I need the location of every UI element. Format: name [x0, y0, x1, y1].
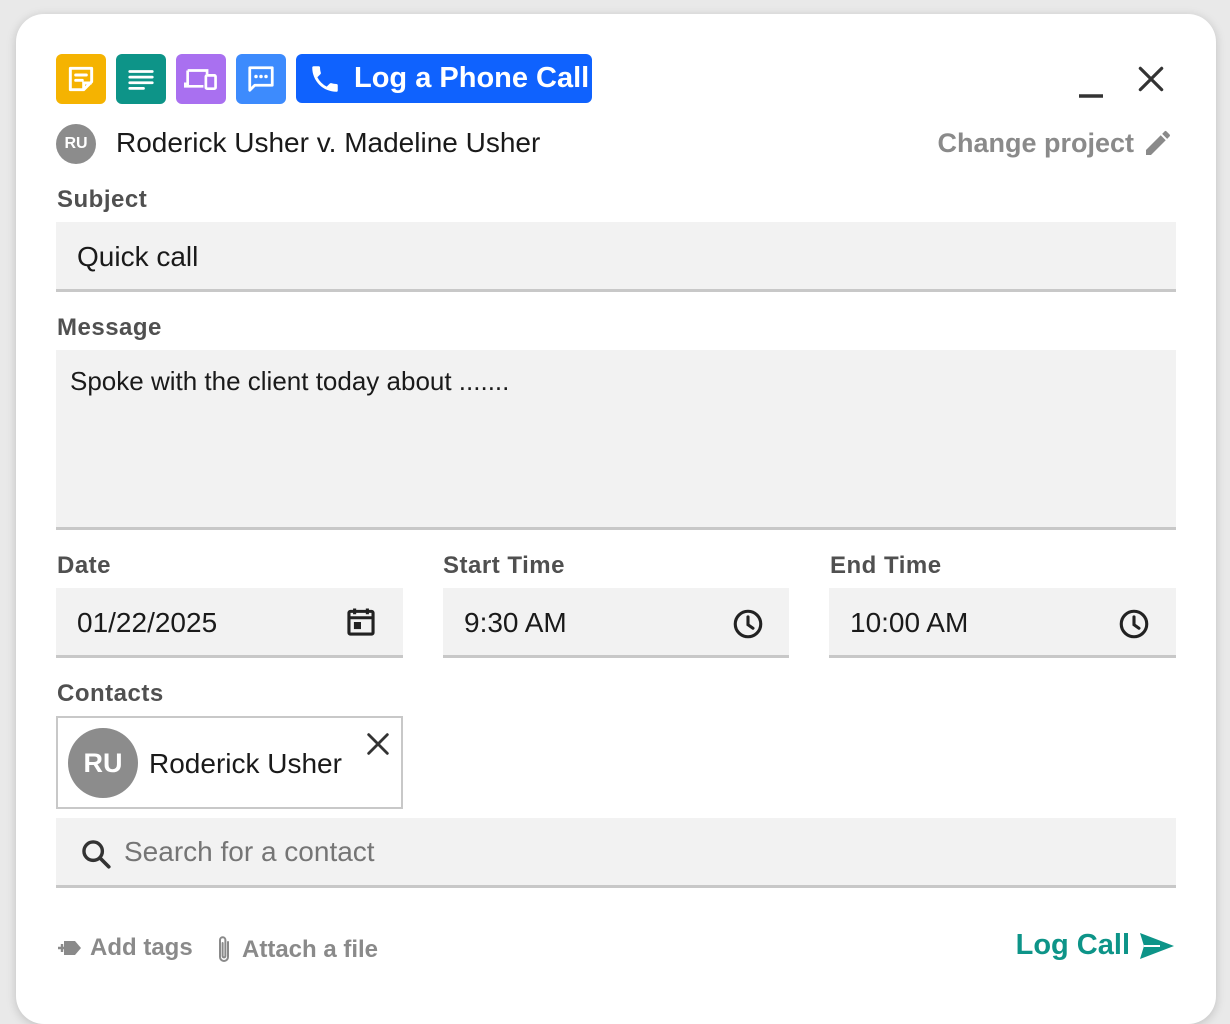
end-time-value: 10:00 AM — [850, 607, 969, 638]
start-time-label: Start Time — [443, 552, 565, 579]
pencil-icon — [1146, 130, 1170, 155]
contact-chip: RU Roderick Usher — [56, 716, 403, 809]
paperclip-icon — [219, 936, 229, 962]
message-field[interactable]: Spoke with the client today about ......… — [56, 350, 1176, 530]
text-tab-button[interactable] — [116, 54, 166, 104]
date-field[interactable]: 01/22/2025 — [56, 588, 403, 658]
tag-icon — [58, 941, 81, 955]
chat-bubble-icon — [248, 66, 274, 92]
sticky-note-icon — [68, 66, 94, 92]
end-time-label: End Time — [830, 552, 942, 579]
search-icon-wrap — [78, 836, 114, 872]
send-icon — [1140, 932, 1174, 959]
chat-tab-button[interactable] — [236, 54, 286, 104]
date-value: 01/22/2025 — [77, 607, 218, 638]
log-call-label: Log Call — [1015, 929, 1130, 961]
project-name: Roderick Usher v. Madeline Usher — [116, 127, 541, 158]
minimize-icon — [1079, 94, 1103, 98]
log-phone-call-label: Log a Phone Call — [354, 62, 590, 94]
clock-icon — [1119, 609, 1149, 639]
subject-value: Quick call — [77, 241, 199, 272]
calendar-button[interactable] — [343, 604, 379, 640]
contact-avatar: RU — [68, 728, 138, 798]
remove-contact-button[interactable] — [360, 726, 396, 762]
minimize-button[interactable] — [1074, 80, 1108, 104]
close-button[interactable] — [1132, 60, 1170, 98]
add-tags-label: Add tags — [90, 934, 193, 961]
message-label: Message — [57, 314, 162, 341]
add-tags-button[interactable]: Add tags — [56, 934, 193, 962]
calendar-icon — [347, 608, 375, 636]
start-time-field[interactable]: 9:30 AM — [443, 588, 789, 658]
change-project-button[interactable]: Change project — [937, 127, 1174, 159]
search-icon — [82, 840, 111, 869]
subject-field[interactable]: Quick call — [56, 222, 1176, 292]
log-call-dialog: Log a Phone Call RU Roderick Usher v. Ma… — [16, 14, 1216, 1024]
note-tab-button[interactable] — [56, 54, 106, 104]
change-project-label: Change project — [937, 127, 1134, 158]
message-value: Spoke with the client today about ......… — [70, 366, 510, 396]
project-avatar: RU — [56, 124, 96, 164]
devices-icon — [184, 69, 217, 91]
contact-search-field[interactable] — [56, 818, 1176, 888]
log-phone-call-tab[interactable]: Log a Phone Call — [296, 54, 592, 103]
close-icon — [1138, 66, 1164, 92]
subject-label: Subject — [57, 186, 148, 213]
contact-name: Roderick Usher — [149, 748, 342, 779]
attach-file-label: Attach a file — [242, 936, 379, 963]
phone-icon — [312, 65, 338, 92]
start-time-value: 9:30 AM — [464, 607, 567, 638]
start-time-clock-button[interactable] — [730, 606, 766, 642]
end-time-clock-button[interactable] — [1116, 606, 1152, 642]
end-time-field[interactable]: 10:00 AM — [829, 588, 1176, 658]
devices-tab-button[interactable] — [176, 54, 226, 104]
contact-search-input[interactable] — [122, 830, 1156, 874]
text-lines-icon — [128, 70, 154, 90]
log-call-button[interactable]: Log Call — [1016, 929, 1176, 962]
clock-icon — [733, 609, 763, 639]
attach-file-button[interactable]: Attach a file — [212, 934, 378, 966]
date-label: Date — [57, 552, 112, 579]
close-icon — [367, 733, 389, 755]
contacts-label: Contacts — [57, 680, 164, 707]
